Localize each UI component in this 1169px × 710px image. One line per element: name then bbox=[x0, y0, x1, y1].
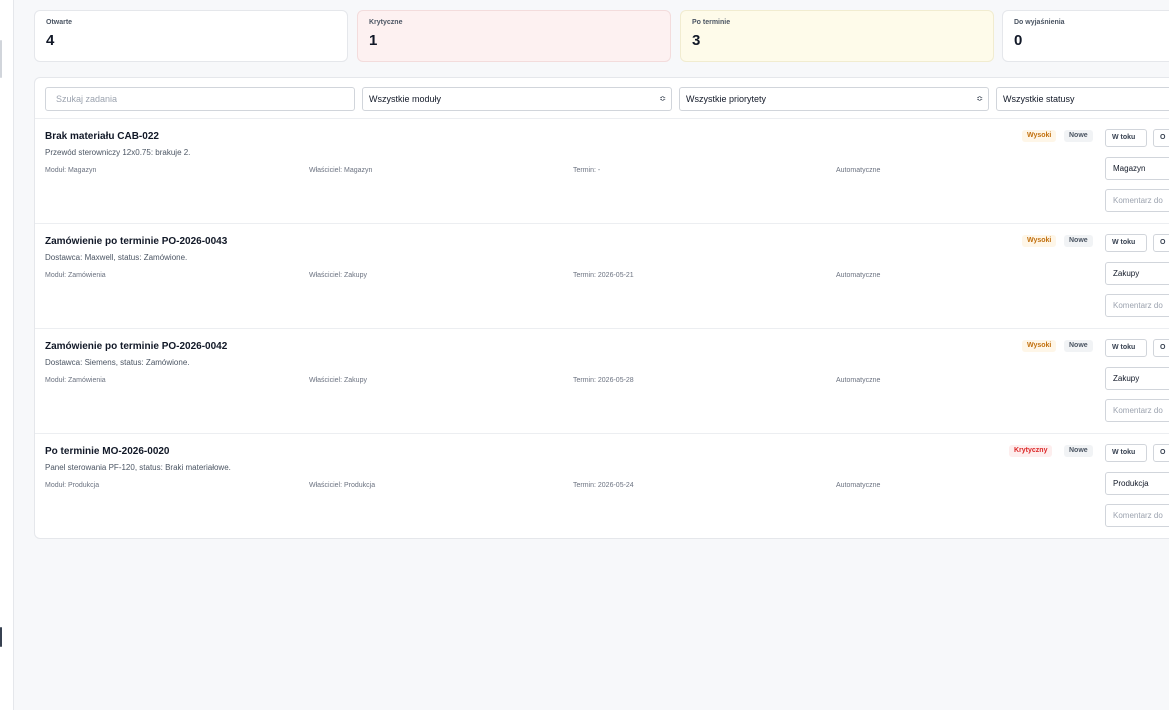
stat-label: Krytyczne bbox=[369, 19, 403, 26]
comment-input[interactable] bbox=[1105, 294, 1169, 317]
select-arrows-icon: ≎ bbox=[659, 94, 666, 103]
task-module: Moduł: Zamówienia bbox=[45, 377, 106, 384]
task-owner: Właściciel: Zakupy bbox=[309, 377, 367, 384]
status-badge: Nowe bbox=[1064, 445, 1093, 457]
task-title: Brak materiału CAB-022 bbox=[45, 131, 159, 142]
task-source: Automatyczne bbox=[836, 272, 881, 279]
in-progress-button[interactable]: W toku bbox=[1105, 234, 1147, 252]
task-module: Moduł: Produkcja bbox=[45, 482, 100, 489]
task-owner: Właściciel: Produkcja bbox=[309, 482, 376, 489]
owner-select[interactable]: Produkcja bbox=[1105, 472, 1169, 495]
stat-label: Po terminie bbox=[692, 19, 731, 26]
task-row: Brak materiału CAB-022 Przewód sterownic… bbox=[35, 118, 1169, 223]
task-source: Automatyczne bbox=[836, 377, 881, 384]
stat-value: 1 bbox=[369, 32, 378, 49]
select-arrows-icon: ≎ bbox=[976, 94, 983, 103]
task-owner: Właściciel: Magazyn bbox=[309, 167, 373, 174]
task-description: Panel sterowania PF-120, status: Braki m… bbox=[45, 463, 231, 472]
task-action-button[interactable]: O bbox=[1153, 339, 1169, 357]
task-row: Po terminie MO-2026-0020 Panel sterowani… bbox=[35, 433, 1169, 538]
in-progress-button[interactable]: W toku bbox=[1105, 129, 1147, 147]
module-filter-select[interactable]: Wszystkie moduły ≎ bbox=[362, 87, 672, 111]
task-row: Zamówienie po terminie PO-2026-0043 Dost… bbox=[35, 223, 1169, 328]
status-filter-value: Wszystkie statusy bbox=[1003, 94, 1075, 104]
priority-badge: Wysoki bbox=[1022, 340, 1057, 352]
priority-badge: Wysoki bbox=[1022, 235, 1057, 247]
in-progress-button[interactable]: W toku bbox=[1105, 339, 1147, 357]
task-description: Przewód sterowniczy 12x0.75: brakuje 2. bbox=[45, 148, 191, 157]
stat-value: 4 bbox=[46, 32, 55, 49]
task-deadline: Termin: 2026-05-21 bbox=[573, 272, 634, 279]
stat-value: 0 bbox=[1014, 32, 1023, 49]
task-deadline: Termin: 2026-05-24 bbox=[573, 482, 634, 489]
owner-select[interactable]: Zakupy bbox=[1105, 367, 1169, 390]
task-list-panel: Wszystkie moduły ≎ Wszystkie priorytety … bbox=[34, 77, 1169, 539]
task-source: Automatyczne bbox=[836, 482, 881, 489]
task-title: Po terminie MO-2026-0020 bbox=[45, 446, 170, 457]
task-action-button[interactable]: O bbox=[1153, 129, 1169, 147]
stat-card-overdue: Po terminie 3 bbox=[680, 10, 994, 62]
status-badge: Nowe bbox=[1064, 130, 1093, 142]
stat-label: Do wyjaśnienia bbox=[1014, 19, 1065, 26]
task-deadline: Termin: 2026-05-28 bbox=[573, 377, 634, 384]
task-owner: Właściciel: Zakupy bbox=[309, 272, 367, 279]
task-title: Zamówienie po terminie PO-2026-0043 bbox=[45, 236, 228, 247]
owner-select[interactable]: Magazyn bbox=[1105, 157, 1169, 180]
stat-label: Otwarte bbox=[46, 19, 73, 26]
in-progress-button[interactable]: W toku bbox=[1105, 444, 1147, 462]
sidebar-item-marker[interactable] bbox=[0, 627, 2, 647]
sidebar-item-marker[interactable] bbox=[0, 40, 2, 78]
stat-card-to-clarify: Do wyjaśnienia 0 bbox=[1002, 10, 1169, 62]
owner-select[interactable]: Zakupy bbox=[1105, 262, 1169, 285]
stat-card-open: Otwarte 4 bbox=[34, 10, 348, 62]
search-input[interactable] bbox=[45, 87, 355, 111]
task-row: Zamówienie po terminie PO-2026-0042 Dost… bbox=[35, 328, 1169, 433]
comment-input[interactable] bbox=[1105, 189, 1169, 212]
comment-input[interactable] bbox=[1105, 399, 1169, 422]
priority-filter-value: Wszystkie priorytety bbox=[686, 94, 767, 104]
status-badge: Nowe bbox=[1064, 235, 1093, 247]
task-title: Zamówienie po terminie PO-2026-0042 bbox=[45, 341, 228, 352]
module-filter-value: Wszystkie moduły bbox=[369, 94, 442, 104]
comment-input[interactable] bbox=[1105, 504, 1169, 527]
task-description: Dostawca: Maxwell, status: Zamówione. bbox=[45, 253, 188, 262]
priority-filter-select[interactable]: Wszystkie priorytety ≎ bbox=[679, 87, 989, 111]
task-action-button[interactable]: O bbox=[1153, 444, 1169, 462]
stat-card-critical: Krytyczne 1 bbox=[357, 10, 671, 62]
status-badge: Nowe bbox=[1064, 340, 1093, 352]
priority-badge: Krytyczny bbox=[1009, 445, 1053, 457]
stat-value: 3 bbox=[692, 32, 701, 49]
task-action-button[interactable]: O bbox=[1153, 234, 1169, 252]
task-description: Dostawca: Siemens, status: Zamówione. bbox=[45, 358, 190, 367]
task-module: Moduł: Zamówienia bbox=[45, 272, 106, 279]
sidebar-edge bbox=[0, 0, 14, 710]
priority-badge: Wysoki bbox=[1022, 130, 1057, 142]
task-source: Automatyczne bbox=[836, 167, 881, 174]
task-module: Moduł: Magazyn bbox=[45, 167, 97, 174]
status-filter-select[interactable]: Wszystkie statusy bbox=[996, 87, 1169, 111]
task-deadline: Termin: - bbox=[573, 167, 601, 174]
